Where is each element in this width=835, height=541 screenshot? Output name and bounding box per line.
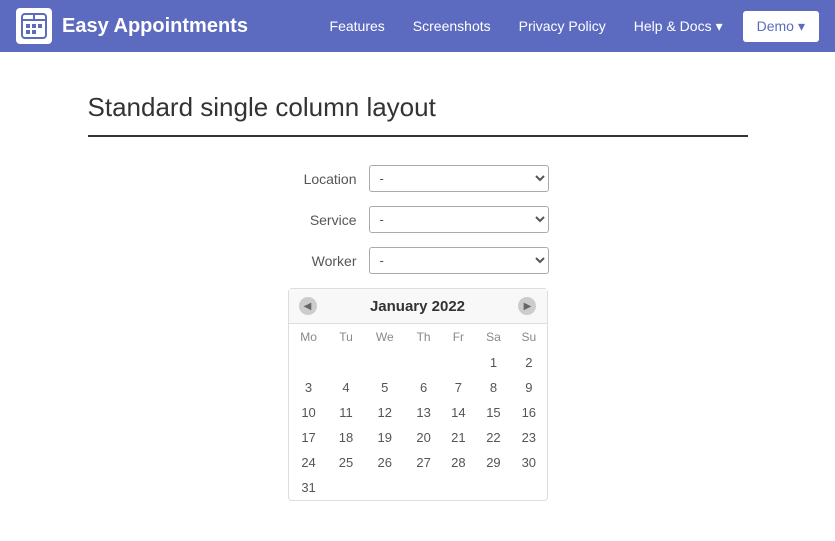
calendar-day-cell[interactable]: 17 [289, 425, 329, 450]
calendar-day-cell [329, 475, 364, 500]
calendar: ◀ January 2022 ▶ MoTuWeThFrSaSu 12345678… [288, 288, 548, 501]
chevron-down-icon: ▾ [716, 18, 723, 35]
service-row: Service - [88, 206, 748, 233]
calendar-days-row: MoTuWeThFrSaSu [289, 324, 547, 350]
calendar-day-cell[interactable]: 8 [476, 375, 511, 400]
calendar-day-cell[interactable]: 5 [363, 375, 406, 400]
logo-text: Easy Appointments [62, 15, 248, 38]
calendar-day-header: Mo [289, 324, 329, 350]
worker-select[interactable]: - [369, 247, 549, 274]
prev-month-button[interactable]: ◀ [299, 297, 317, 315]
logo-icon [16, 8, 52, 44]
worker-label: Worker [287, 253, 357, 269]
calendar-day-cell [289, 350, 329, 375]
calendar-day-cell[interactable]: 4 [329, 375, 364, 400]
calendar-day-cell[interactable]: 13 [406, 400, 441, 425]
calendar-day-cell [363, 350, 406, 375]
calendar-day-cell[interactable]: 24 [289, 450, 329, 475]
calendar-day-cell[interactable]: 25 [329, 450, 364, 475]
title-divider [88, 135, 748, 137]
calendar-day-cell[interactable]: 2 [511, 350, 546, 375]
calendar-day-cell[interactable]: 12 [363, 400, 406, 425]
nav-help[interactable]: Help & Docs ▾ [622, 10, 735, 43]
calendar-day-cell[interactable]: 29 [476, 450, 511, 475]
main-nav: Features Screenshots Privacy Policy Help… [318, 10, 735, 43]
calendar-thead: MoTuWeThFrSaSu [289, 324, 547, 350]
calendar-day-cell[interactable]: 18 [329, 425, 364, 450]
service-select[interactable]: - [369, 206, 549, 233]
calendar-tbody: 1234567891011121314151617181920212223242… [289, 350, 547, 500]
nav-privacy[interactable]: Privacy Policy [507, 10, 618, 42]
calendar-day-cell[interactable]: 7 [441, 375, 476, 400]
calendar-day-header: Fr [441, 324, 476, 350]
nav-screenshots[interactable]: Screenshots [401, 10, 503, 42]
calendar-table: MoTuWeThFrSaSu 1234567891011121314151617… [289, 324, 547, 500]
nav-features[interactable]: Features [318, 10, 397, 42]
calendar-day-cell[interactable]: 3 [289, 375, 329, 400]
calendar-week-row: 17181920212223 [289, 425, 547, 450]
calendar-day-header: Th [406, 324, 441, 350]
calendar-day-cell[interactable]: 22 [476, 425, 511, 450]
calendar-day-cell [441, 475, 476, 500]
calendar-day-cell[interactable]: 31 [289, 475, 329, 500]
calendar-day-header: Su [511, 324, 546, 350]
calendar-day-cell[interactable]: 6 [406, 375, 441, 400]
calendar-week-row: 31 [289, 475, 547, 500]
calendar-day-cell[interactable]: 19 [363, 425, 406, 450]
calendar-day-cell [406, 475, 441, 500]
calendar-day-cell [329, 350, 364, 375]
calendar-day-cell[interactable]: 21 [441, 425, 476, 450]
calendar-day-cell [441, 350, 476, 375]
demo-button[interactable]: Demo ▾ [743, 11, 819, 42]
calendar-week-row: 24252627282930 [289, 450, 547, 475]
next-month-button[interactable]: ▶ [518, 297, 536, 315]
service-label: Service [287, 212, 357, 228]
calendar-day-header: Tu [329, 324, 364, 350]
calendar-day-cell[interactable]: 27 [406, 450, 441, 475]
calendar-day-cell[interactable]: 11 [329, 400, 364, 425]
calendar-day-cell[interactable]: 15 [476, 400, 511, 425]
calendar-day-cell[interactable]: 14 [441, 400, 476, 425]
calendar-day-cell [363, 475, 406, 500]
calendar-day-cell[interactable]: 10 [289, 400, 329, 425]
chevron-down-icon: ▾ [798, 18, 805, 35]
calendar-day-cell [511, 475, 546, 500]
page-title: Standard single column layout [88, 92, 748, 123]
site-header: Easy Appointments Features Screenshots P… [0, 0, 835, 52]
calendar-week-row: 3456789 [289, 375, 547, 400]
calendar-week-row: 12 [289, 350, 547, 375]
calendar-day-cell [476, 475, 511, 500]
calendar-day-cell[interactable]: 9 [511, 375, 546, 400]
location-select[interactable]: - [369, 165, 549, 192]
calendar-day-cell[interactable]: 26 [363, 450, 406, 475]
location-label: Location [287, 171, 357, 187]
calendar-day-header: Sa [476, 324, 511, 350]
calendar-wrapper: ◀ January 2022 ▶ MoTuWeThFrSaSu 12345678… [88, 288, 748, 501]
calendar-day-cell[interactable]: 1 [476, 350, 511, 375]
location-row: Location - [88, 165, 748, 192]
calendar-header: ◀ January 2022 ▶ [289, 289, 547, 324]
calendar-month-year: January 2022 [370, 298, 465, 315]
calendar-day-cell[interactable]: 20 [406, 425, 441, 450]
calendar-day-cell [406, 350, 441, 375]
worker-row: Worker - [88, 247, 748, 274]
calendar-day-cell[interactable]: 28 [441, 450, 476, 475]
main-content: Standard single column layout Location -… [68, 92, 768, 501]
logo-area: Easy Appointments [16, 8, 318, 44]
calendar-day-cell[interactable]: 23 [511, 425, 546, 450]
calendar-week-row: 10111213141516 [289, 400, 547, 425]
calendar-day-header: We [363, 324, 406, 350]
calendar-day-cell[interactable]: 16 [511, 400, 546, 425]
calendar-day-cell[interactable]: 30 [511, 450, 546, 475]
